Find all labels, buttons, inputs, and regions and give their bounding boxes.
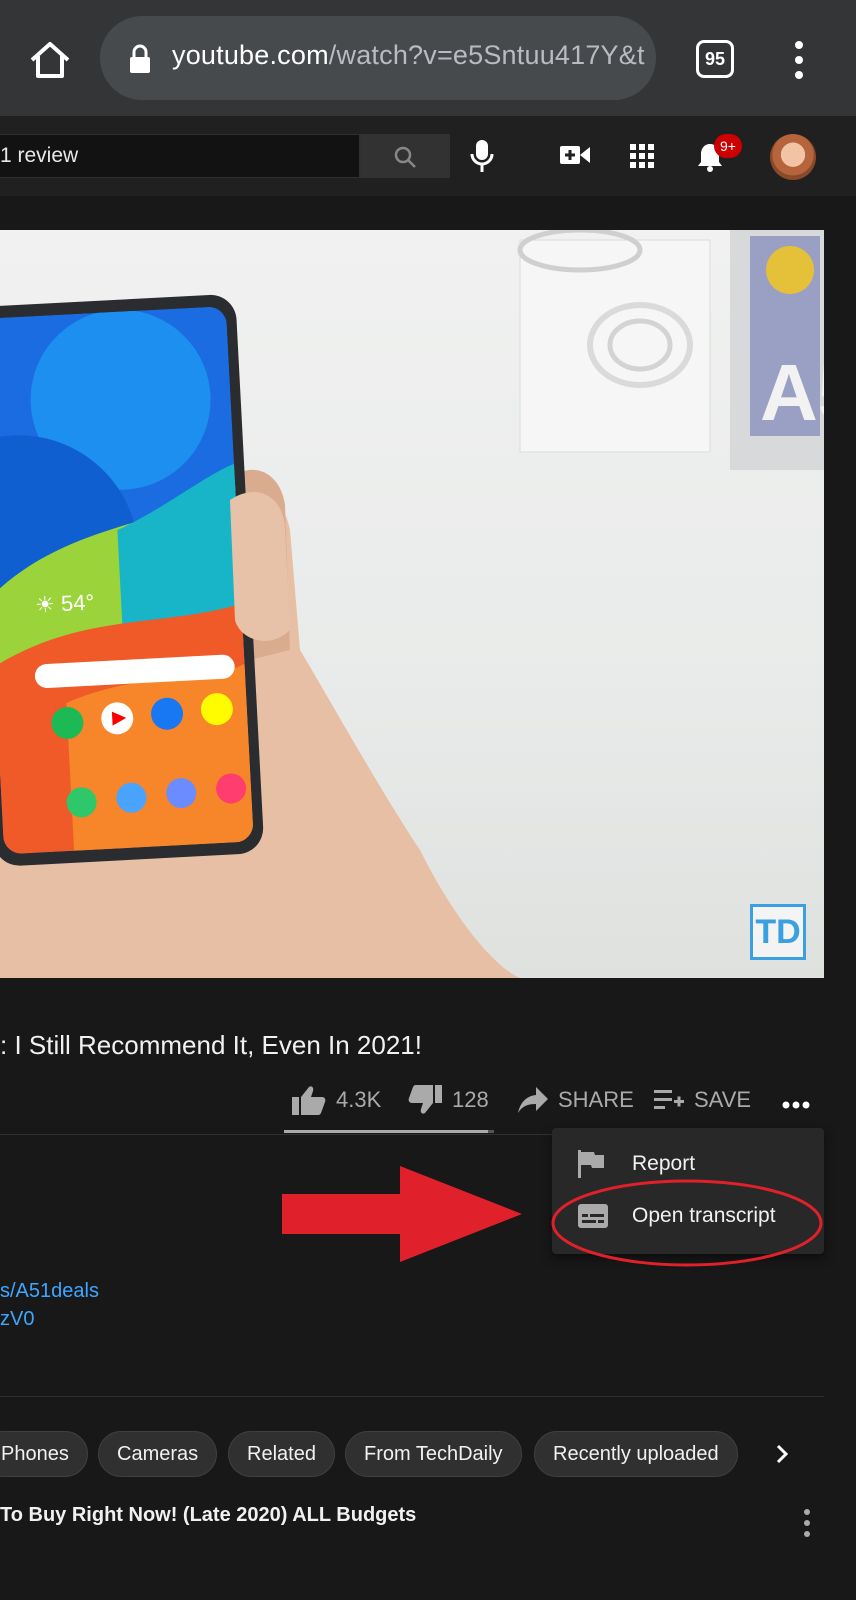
- like-count: 4.3K: [336, 1087, 382, 1112]
- video-more-icon[interactable]: [800, 1508, 814, 1538]
- chevron-right-icon[interactable]: [764, 1436, 800, 1472]
- flag-icon: [578, 1150, 604, 1178]
- like-ratio-fill: [284, 1130, 488, 1133]
- description-link[interactable]: zV0: [0, 1308, 34, 1331]
- svg-text:A5: A5: [760, 348, 824, 437]
- url-host: youtube.com: [172, 40, 329, 70]
- annotation-arrow: [282, 1166, 522, 1262]
- video-player[interactable]: A5: [0, 230, 824, 978]
- save-label: SAVE: [694, 1087, 752, 1112]
- menu-item-label: Report: [632, 1152, 696, 1175]
- notification-count-badge: 9+: [714, 134, 742, 158]
- thumbs-down-icon: [408, 1085, 442, 1114]
- avatar[interactable]: [770, 134, 816, 180]
- url-path: /watch?v=e5Sntuu417Y&t: [328, 40, 645, 70]
- share-icon: [518, 1087, 548, 1113]
- next-video-title[interactable]: To Buy Right Now! (Late 2020) ALL Budget…: [0, 1504, 416, 1527]
- video-frame-image: A5: [0, 230, 824, 978]
- search-icon: [394, 146, 416, 168]
- tab-switcher-button[interactable]: 95: [696, 40, 734, 78]
- description-link[interactable]: s/A51deals: [0, 1280, 99, 1303]
- share-label: SHARE: [558, 1087, 634, 1112]
- annotation-ellipse: [551, 1179, 823, 1267]
- dislike-count: 128: [452, 1087, 489, 1112]
- lock-icon: [128, 44, 152, 74]
- create-video-icon[interactable]: [560, 144, 590, 171]
- search-button[interactable]: [360, 134, 450, 178]
- thumbs-up-icon: [292, 1086, 326, 1115]
- svg-text:☀ 54°: ☀ 54°: [35, 589, 95, 617]
- chip-from-techdaily[interactable]: From TechDaily: [345, 1431, 522, 1477]
- more-actions-icon[interactable]: [782, 1096, 810, 1114]
- video-title: : I Still Recommend It, Even In 2021!: [0, 1030, 422, 1060]
- like-button[interactable]: 4.3K: [292, 1080, 381, 1120]
- dislike-button[interactable]: 128: [408, 1080, 489, 1120]
- channel-watermark-logo: TD: [750, 904, 806, 960]
- browser-menu-icon[interactable]: [786, 40, 812, 80]
- home-icon[interactable]: [26, 36, 74, 84]
- chip-phones[interactable]: Phones: [0, 1431, 88, 1477]
- apps-grid-icon[interactable]: [630, 144, 654, 173]
- chip-cameras[interactable]: Cameras: [98, 1431, 218, 1477]
- chip-related[interactable]: Related: [228, 1431, 335, 1477]
- divider: [0, 1396, 824, 1397]
- url-text[interactable]: youtube.com/watch?v=e5Sntuu417Y&t: [172, 40, 645, 71]
- playlist-add-icon: [654, 1090, 684, 1109]
- search-query-text[interactable]: 1 review: [0, 144, 78, 168]
- microphone-icon[interactable]: [470, 140, 494, 179]
- chip-recently-uploaded[interactable]: Recently uploaded: [534, 1431, 738, 1477]
- save-button[interactable]: SAVE: [654, 1080, 751, 1120]
- share-button[interactable]: SHARE: [518, 1080, 634, 1120]
- like-dislike-ratio-bar: [284, 1130, 494, 1133]
